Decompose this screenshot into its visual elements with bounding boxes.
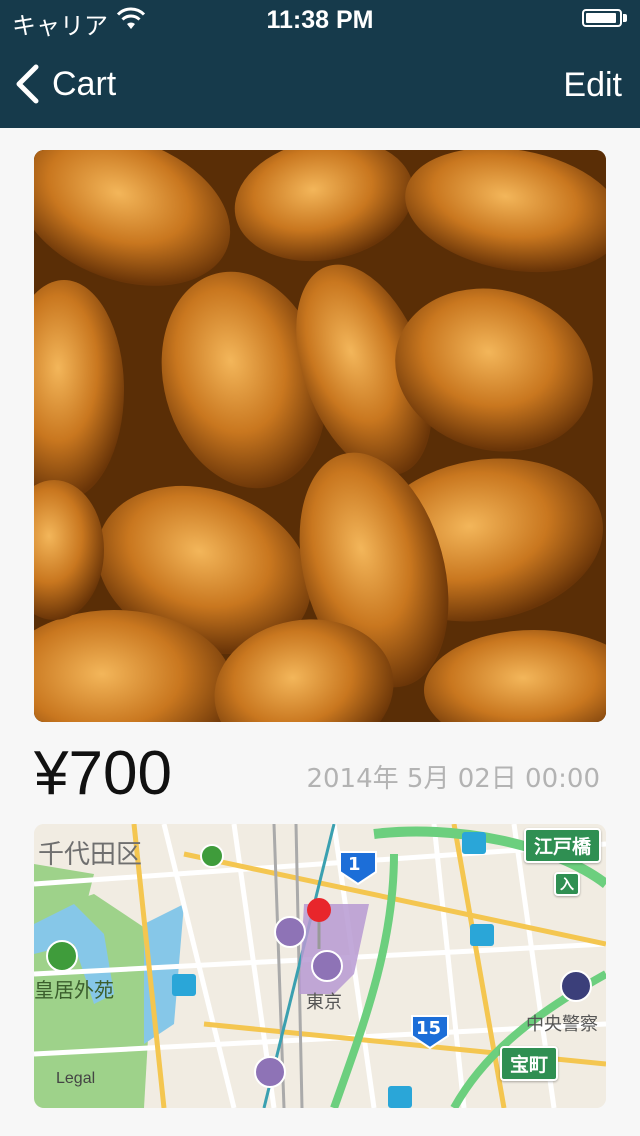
map-sign-entrance: 入 — [554, 872, 580, 896]
item-date: 2014年 5月 02日 00:00 — [306, 764, 600, 794]
map-label-station: 東京 — [306, 992, 342, 1013]
back-button[interactable]: Cart — [14, 62, 116, 106]
top-bar: キャリア 11:38 PM Cart Edit — [0, 0, 640, 128]
back-button-label: Cart — [52, 64, 117, 103]
map-sign-takaracho: 宝町 — [500, 1046, 559, 1081]
route-15-shield: 15 — [416, 1018, 442, 1039]
map-label-ward: 千代田区 — [38, 840, 143, 870]
battery-icon — [582, 9, 628, 29]
chevron-left-icon — [16, 64, 39, 104]
map-sign-edobashi: 江戸橋 — [524, 828, 602, 863]
navigation-bar: Cart Edit — [0, 40, 640, 128]
status-time: 11:38 PM — [266, 6, 374, 34]
map-label-garden: 皇居外苑 — [34, 978, 114, 1002]
product-photo — [34, 150, 606, 722]
map-legal-link[interactable]: Legal — [56, 1070, 95, 1088]
status-bar: キャリア 11:38 PM — [0, 0, 640, 40]
map-label-police: 中央警察 — [526, 1014, 598, 1035]
route-1-shield: 1 — [348, 854, 361, 875]
item-price: ¥700 — [34, 739, 172, 808]
edit-button[interactable]: Edit — [563, 66, 622, 105]
location-map[interactable]: 千代田区 皇居外苑 東京 中央警察 江戸橋 宝町 入 1 15 Legal — [34, 824, 606, 1108]
